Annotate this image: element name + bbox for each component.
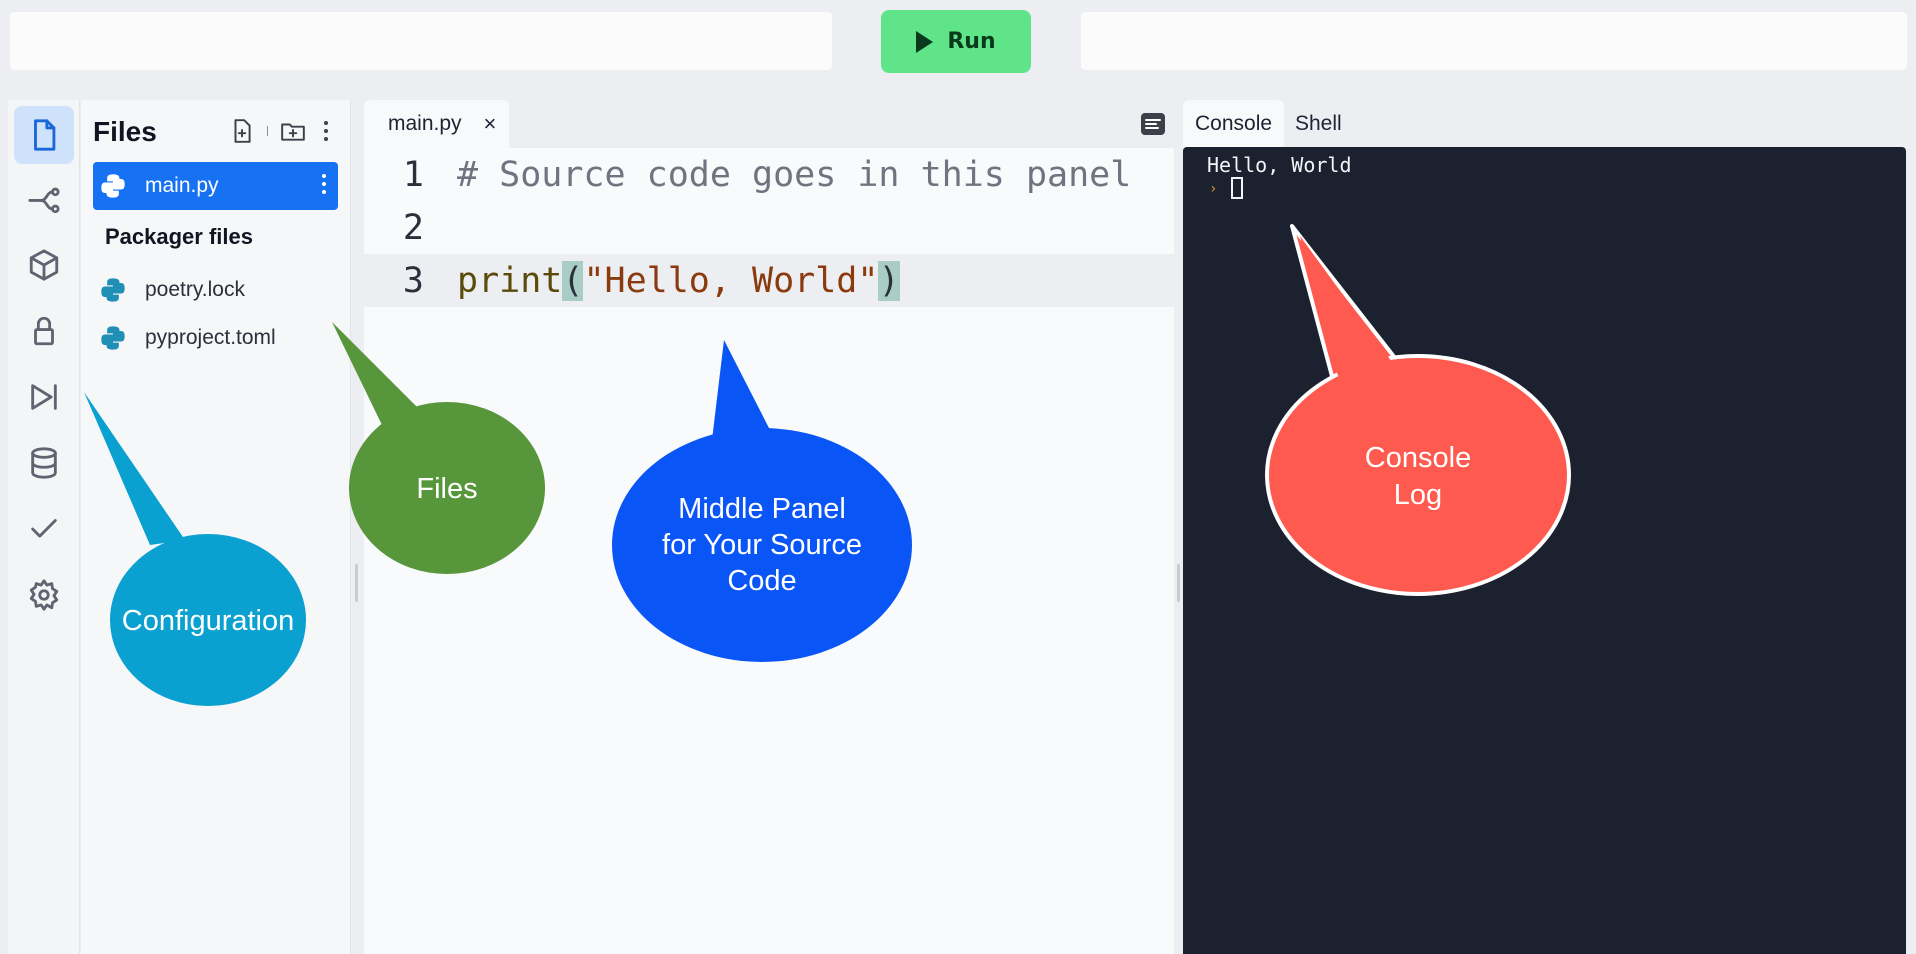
python-icon: [101, 278, 125, 302]
close-icon[interactable]: ×: [484, 111, 497, 137]
code-text: print("Hello, World"): [457, 260, 900, 301]
line-number: 2: [402, 207, 424, 248]
new-folder-icon[interactable]: [280, 118, 306, 144]
files-panel: Files main.py Packager files poetry.lock…: [81, 100, 351, 954]
tab-shell[interactable]: Shell: [1283, 100, 1354, 147]
top-bar: Run: [0, 0, 1916, 86]
files-actions: [229, 118, 334, 144]
package-icon: [29, 249, 59, 281]
settings-tool-button[interactable]: [14, 566, 74, 624]
python-icon: [101, 174, 125, 198]
lock-icon: [34, 316, 54, 346]
git-branch-icon: [28, 187, 60, 214]
python-icon: [101, 326, 125, 350]
top-right-area: [1081, 12, 1907, 70]
console-text: Hello, World: [1207, 153, 1352, 177]
secrets-tool-button[interactable]: [14, 302, 74, 360]
workflows-tool-button[interactable]: [14, 368, 74, 426]
packager-files-title: Packager files: [105, 224, 253, 249]
line-number: 1: [402, 154, 424, 195]
code-paren: (: [562, 260, 584, 301]
git-tool-button[interactable]: [14, 170, 74, 228]
tab-console[interactable]: Console: [1183, 100, 1285, 147]
divider: [267, 126, 268, 136]
database-tool-button[interactable]: [14, 434, 74, 492]
editor-tab-bar: main.py ×: [364, 100, 1174, 148]
file-name: pyproject.toml: [145, 326, 276, 349]
code-line: 1 # Source code goes in this panel: [364, 148, 1174, 201]
layout-icon[interactable]: [1140, 112, 1166, 136]
more-options-icon[interactable]: [318, 121, 334, 141]
files-title: Files: [93, 116, 157, 147]
new-file-icon[interactable]: [229, 118, 255, 144]
code-text: # Source code goes in this panel: [457, 154, 1132, 195]
activity-bar: [8, 100, 80, 954]
database-icon: [31, 447, 57, 479]
play-step-icon: [31, 384, 57, 410]
file-name: poetry.lock: [145, 278, 245, 301]
prompt-icon: ›: [1209, 181, 1218, 197]
file-name: main.py: [145, 174, 219, 197]
file-options-icon[interactable]: [316, 174, 332, 194]
checks-tool-button[interactable]: [14, 500, 74, 558]
console-tab-bar: Console Shell: [1183, 100, 1906, 147]
console-cursor: [1231, 177, 1243, 199]
code-editor[interactable]: 1 # Source code goes in this panel 2 3 p…: [364, 148, 1174, 954]
gear-icon: [29, 579, 59, 611]
top-left-area: [10, 12, 832, 70]
code-line: 2: [364, 201, 1174, 254]
line-number: 3: [402, 260, 424, 301]
check-icon: [31, 519, 57, 538]
play-icon: [916, 30, 934, 53]
code-line-current: 3 print("Hello, World"): [364, 254, 1174, 307]
code-function: print: [457, 260, 563, 301]
tab-label: main.py: [388, 112, 462, 135]
console-output[interactable]: Hello, World ›: [1183, 147, 1906, 954]
code-paren: ): [878, 260, 900, 301]
resize-handle[interactable]: [1177, 564, 1180, 602]
file-item-poetry-lock[interactable]: poetry.lock: [93, 266, 338, 314]
file-icon: [34, 119, 56, 151]
files-tool-button[interactable]: [14, 106, 74, 164]
resize-handle[interactable]: [355, 564, 358, 602]
code-string: "Hello, World": [583, 260, 879, 301]
run-label: Run: [947, 29, 996, 54]
file-item-pyproject-toml[interactable]: pyproject.toml: [93, 314, 338, 362]
run-button[interactable]: Run: [881, 10, 1031, 73]
tab-main-py[interactable]: main.py ×: [364, 100, 509, 148]
file-item-main-py[interactable]: main.py: [93, 162, 338, 210]
packages-tool-button[interactable]: [14, 236, 74, 294]
